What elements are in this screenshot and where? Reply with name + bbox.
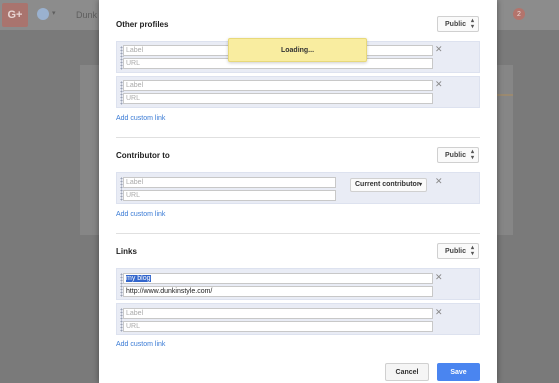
cancel-button[interactable]: Cancel [385, 363, 429, 381]
url-field[interactable]: URL [123, 190, 336, 201]
list-item: Label URL ✕ [116, 303, 480, 335]
list-item: my blog http://www.dunkinstyle.com/ ✕ [116, 268, 480, 300]
section-title-contributor-to: Contributor to [116, 151, 170, 160]
visibility-button-contributor[interactable]: Public ▴ ▾ [437, 147, 479, 163]
list-item: Label URL ✕ [116, 76, 480, 108]
section-title-other-profiles: Other profiles [116, 20, 169, 29]
visibility-label: Public [445, 247, 467, 255]
label-field[interactable]: Label [123, 177, 336, 188]
up-down-chevron-icon: ▴ ▾ [470, 18, 474, 30]
url-field[interactable]: http://www.dunkinstyle.com/ [123, 286, 433, 297]
loading-toast: Loading... [228, 38, 367, 62]
label-field[interactable]: my blog [123, 273, 433, 284]
save-button[interactable]: Save [437, 363, 480, 381]
section-title-links: Links [116, 247, 137, 256]
close-icon[interactable]: ✕ [435, 272, 443, 283]
avatar [37, 8, 49, 20]
visibility-label: Public [445, 151, 467, 159]
chevron-down-icon: ▾ [418, 182, 422, 188]
selected-text: my blog [126, 275, 151, 282]
add-custom-link-links[interactable]: Add custom link [116, 341, 165, 348]
close-icon[interactable]: ✕ [435, 307, 443, 318]
dropdown-selected-value: Current contributor [355, 181, 420, 188]
url-field[interactable]: URL [123, 321, 433, 332]
section-divider [116, 233, 480, 234]
chevron-down-icon: ▾ [52, 10, 56, 17]
close-icon[interactable]: ✕ [435, 79, 443, 90]
up-down-chevron-icon: ▴ ▾ [470, 149, 474, 161]
url-field[interactable]: URL [123, 93, 433, 104]
label-field[interactable]: Label [123, 80, 433, 91]
add-custom-link-contributor[interactable]: Add custom link [116, 211, 165, 218]
contributor-type-dropdown[interactable]: Current contributor ▾ [350, 178, 427, 192]
close-icon[interactable]: ✕ [435, 44, 443, 55]
google-plus-logo: G+ [2, 3, 28, 27]
label-field[interactable]: Label [123, 308, 433, 319]
visibility-button-links[interactable]: Public ▴ ▾ [437, 243, 479, 259]
visibility-button-other-profiles[interactable]: Public ▴ ▾ [437, 16, 479, 32]
close-icon[interactable]: ✕ [435, 176, 443, 187]
profile-name-text: Dunk [76, 10, 98, 20]
add-custom-link-other-profiles[interactable]: Add custom link [116, 115, 165, 122]
up-down-chevron-icon: ▴ ▾ [470, 245, 474, 257]
visibility-label: Public [445, 20, 467, 28]
section-divider [116, 137, 480, 138]
notification-badge: 2 [513, 8, 525, 20]
